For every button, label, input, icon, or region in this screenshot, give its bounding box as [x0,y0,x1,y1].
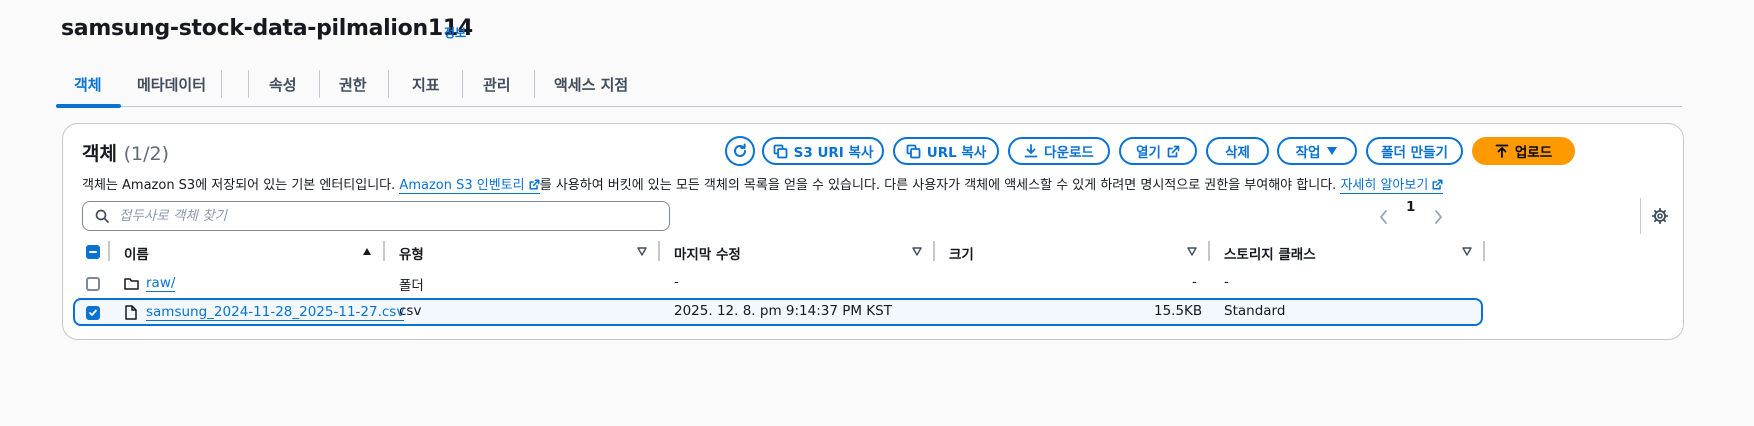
object-size: - [1192,274,1197,290]
description-text-1: 객체는 Amazon S3에 저장되어 있는 기본 엔터티입니다. [82,178,396,193]
external-link-icon [1167,145,1180,157]
external-link-icon [1432,179,1443,190]
tab-permissions[interactable]: 권한 [339,74,367,106]
copy-icon [773,144,788,158]
row-checkbox[interactable] [86,306,100,320]
select-all-checkbox[interactable] [86,245,100,259]
download-button[interactable]: 다운로드 [1008,137,1110,165]
actions-dropdown[interactable]: 작업 [1277,137,1357,165]
object-type: 폴더 [399,278,424,294]
file-icon [125,305,137,320]
search-input[interactable] [117,207,641,225]
check-icon [89,309,97,316]
copy-url-label: URL 복사 [926,145,987,161]
tab-objects[interactable]: 객체 [56,74,120,108]
inventory-link[interactable]: Amazon S3 인벤토리 [399,178,540,194]
tab-metadata[interactable]: 메타데이터 [137,74,206,106]
download-icon [1024,144,1038,158]
tab-access-points[interactable]: 액세스 지점 [554,74,628,106]
copy-icon [906,144,921,158]
table-preferences-button[interactable] [1640,198,1679,234]
tab-bar: 객체 메타데이터 속성 권한 지표 관리 액세스 지점 [56,68,1682,108]
create-folder-label: 폴더 만들기 [1381,145,1448,161]
minus-icon [89,251,97,253]
column-header-type[interactable]: 유형 [399,243,424,263]
row-checkbox[interactable] [86,277,100,291]
object-name-link[interactable]: samsung_2024-11-28_2025-11-27.csv [146,305,405,321]
actions-label: 작업 [1295,145,1321,161]
panel-description: 객체는 Amazon S3에 저장되어 있는 기본 엔터티입니다. Amazon… [82,174,1444,194]
search-icon [95,209,109,223]
previous-page-icon[interactable] [1379,210,1389,224]
open-label: 열기 [1136,145,1161,161]
object-storage-class: Standard [1224,303,1286,319]
tab-management[interactable]: 관리 [483,74,511,106]
sort-icon[interactable] [1187,247,1197,256]
sort-icon[interactable] [912,247,922,256]
copy-s3-uri-button[interactable]: S3 URI 복사 [762,137,884,165]
sort-icon[interactable] [1462,247,1472,256]
table-row-selected[interactable]: samsung_2024-11-28_2025-11-27.csv csv 20… [73,298,1483,326]
delete-button[interactable]: 삭제 [1206,137,1269,165]
open-button[interactable]: 열기 [1119,137,1197,165]
object-storage-class: - [1224,274,1229,290]
upload-button[interactable]: 업로드 [1472,137,1575,165]
bucket-title: samsung-stock-data-pilmalion114 [61,16,473,41]
panel-title: 객체 (1/2) [82,139,169,166]
column-header-last-modified[interactable]: 마지막 수정 [674,243,741,263]
refresh-icon [734,143,746,157]
current-page[interactable]: 1 [1406,199,1415,215]
column-header-storage-class[interactable]: 스토리지 클래스 [1224,243,1316,263]
refresh-button[interactable] [725,136,755,166]
upload-icon [1495,144,1509,158]
create-folder-button[interactable]: 폴더 만들기 [1366,137,1463,165]
column-header-size[interactable]: 크기 [949,243,974,263]
next-page-icon[interactable] [1433,210,1443,224]
selection-count: (1/2) [123,143,169,165]
table-row[interactable]: raw/ 폴더 - - - [74,270,1484,298]
object-type: csv [399,303,422,319]
gear-icon [1652,208,1668,224]
panel-title-text: 객체 [82,143,117,165]
object-name-link[interactable]: raw/ [146,276,176,292]
learn-more-label: 자세히 알아보기 [1340,178,1429,193]
object-last-modified: - [674,274,679,290]
download-label: 다운로드 [1044,145,1094,161]
delete-label: 삭제 [1225,145,1250,161]
object-size: 15.5KB [1154,303,1203,319]
objects-panel: 객체 (1/2) S3 URI 복사 URL 복사 다운로드 열기 삭제 작업 … [62,123,1684,340]
object-last-modified: 2025. 12. 8. pm 9:14:37 PM KST [674,303,892,319]
folder-icon [124,278,139,290]
tab-properties[interactable]: 속성 [269,74,297,106]
copy-s3-uri-label: S3 URI 복사 [793,145,874,161]
column-header-name[interactable]: 이름 [124,243,149,263]
table-header: 이름 유형 마지막 수정 크기 스토리지 클래스 [81,237,1681,267]
learn-more-link[interactable]: 자세히 알아보기 [1340,178,1444,194]
external-link-icon [529,179,540,190]
upload-label: 업로드 [1514,145,1553,161]
copy-url-button[interactable]: URL 복사 [893,137,999,165]
caret-down-icon [1327,147,1338,155]
sort-icon[interactable] [637,247,647,256]
search-field[interactable] [82,201,670,231]
description-text-2: 를 사용하여 버킷에 있는 모든 객체의 목록을 얻을 수 있습니다. 다른 사… [539,178,1337,193]
sort-ascending-icon[interactable] [362,247,372,256]
info-link[interactable]: 정보 [444,24,466,41]
tab-metrics[interactable]: 지표 [412,74,440,106]
inventory-link-label: Amazon S3 인벤토리 [399,178,525,193]
